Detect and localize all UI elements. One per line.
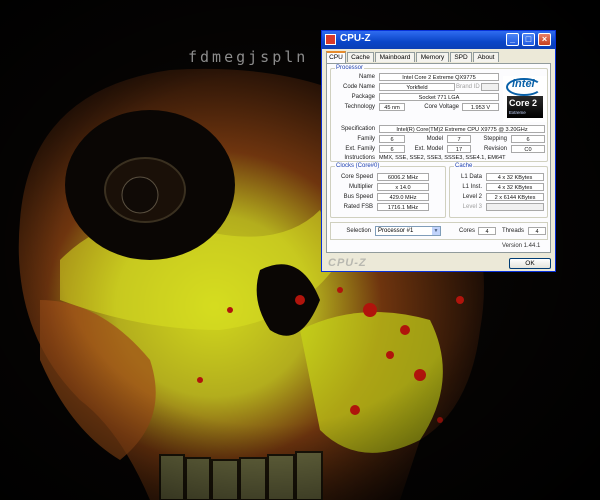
instructions-value: MMX, SSE, SSE2, SSE3, SSSE3, SSE4.1, EM6…: [379, 155, 506, 161]
rated-fsb-label: Rated FSB: [343, 204, 373, 210]
ext-family-value: 6: [379, 145, 405, 153]
cores-value: 4: [478, 227, 496, 235]
bus-speed-label: Bus Speed: [343, 194, 373, 200]
selection-row: Selection Processor #1 ▼ Cores 4 Threads…: [330, 222, 548, 240]
name-value: Intel Core 2 Extreme QX9775: [379, 73, 499, 81]
intel-brand-text: intel: [512, 78, 535, 90]
tab-memory[interactable]: Memory: [416, 52, 449, 62]
level3-label: Level 3: [462, 204, 482, 210]
level3-value: [486, 203, 544, 211]
minimize-button[interactable]: _: [506, 33, 519, 46]
family-label: Family: [357, 136, 375, 142]
app-icon: [325, 34, 336, 45]
tab-cpu[interactable]: CPU: [326, 51, 346, 63]
instructions-label: Instructions: [344, 155, 375, 161]
core2-badge-subtitle: Extreme: [509, 110, 526, 115]
chevron-down-icon[interactable]: ▼: [432, 227, 440, 235]
package-label: Package: [351, 94, 375, 100]
name-label: Name: [358, 74, 375, 80]
ext-model-label: Ext. Model: [414, 146, 443, 152]
processor-select[interactable]: Processor #1 ▼: [375, 226, 441, 236]
model-value: 7: [447, 135, 471, 143]
cache-group-title: Cache: [454, 162, 474, 170]
wallpaper-logo-text: fdmegjspln: [188, 48, 309, 66]
clocks-group-title: Clocks (Core#0): [335, 162, 381, 170]
intel-core2-extreme-logo: intel Core 2 Extreme: [503, 76, 547, 122]
processor-select-value: Processor #1: [378, 228, 414, 234]
core-speed-label: Core Speed: [340, 174, 373, 180]
threads-value: 4: [528, 227, 546, 235]
code-name-value: Yorkfield: [379, 83, 455, 91]
level2-label: Level 2: [462, 194, 482, 200]
close-button[interactable]: ×: [538, 33, 551, 46]
l1-inst-label: L1 Inst.: [462, 184, 482, 190]
revision-value: C0: [511, 145, 545, 153]
cores-label: Cores: [458, 228, 475, 234]
code-name-label: Code Name: [342, 84, 375, 90]
maximize-button[interactable]: □: [522, 33, 535, 46]
stepping-label: Stepping: [483, 136, 507, 142]
core-voltage-label: Core Voltage: [424, 104, 459, 110]
technology-label: Technology: [344, 104, 375, 110]
tab-mainboard[interactable]: Mainboard: [375, 52, 415, 62]
level2-value: 2 x 6144 KBytes: [486, 193, 544, 201]
multiplier-label: Multiplier: [348, 184, 373, 190]
version-text: Version 1.44.1: [502, 243, 541, 249]
package-value: Socket 771 LGA: [379, 93, 499, 101]
ext-model-value: 17: [447, 145, 471, 153]
processor-group: Processor Name Intel Core 2 Extreme QX97…: [330, 64, 548, 162]
rated-fsb-value: 1716.1 MHz: [377, 203, 429, 211]
tab-cache[interactable]: Cache: [347, 52, 374, 62]
specification-value: Intel(R) Core(TM)2 Extreme CPU X9775 @ 3…: [379, 125, 545, 133]
core2-badge-title: Core 2: [509, 98, 538, 108]
title-bar[interactable]: CPU-Z _ □ ×: [322, 31, 555, 49]
tab-about[interactable]: About: [473, 52, 499, 62]
threads-label: Threads: [501, 228, 524, 234]
cpu-tab-panel: Processor Name Intel Core 2 Extreme QX97…: [326, 63, 551, 253]
cpuz-footer-logo: CPU-Z: [328, 257, 367, 269]
l1-inst-value: 4 x 32 KBytes: [486, 183, 544, 191]
family-value: 6: [379, 135, 405, 143]
revision-label: Revision: [483, 146, 507, 152]
core-voltage-value: 1.953 V: [462, 103, 499, 111]
selection-label: Selection: [346, 228, 371, 234]
stepping-value: 6: [511, 135, 545, 143]
l1-data-value: 4 x 32 KBytes: [486, 173, 544, 181]
core-speed-value: 6006.2 MHz: [377, 173, 429, 181]
processor-group-title: Processor: [335, 64, 365, 72]
cpuz-window: CPU-Z _ □ × CPU Cache Mainboard Memory S…: [321, 30, 556, 272]
cache-group: Cache L1 Data 4 x 32 KBytes L1 Inst. 4 x…: [449, 162, 548, 218]
ok-button[interactable]: OK: [509, 258, 551, 269]
specification-label: Specification: [340, 126, 375, 132]
technology-value: 45 nm: [379, 103, 405, 111]
brand-id-value: [481, 83, 499, 91]
tab-strip: CPU Cache Mainboard Memory SPD About: [326, 51, 551, 63]
model-label: Model: [426, 136, 443, 142]
tab-spd[interactable]: SPD: [450, 52, 472, 62]
clocks-group: Clocks (Core#0) Core Speed 6006.2 MHz Mu…: [330, 162, 446, 218]
core2-badge: Core 2 Extreme: [507, 96, 543, 118]
ext-family-label: Ext. Family: [345, 146, 375, 152]
l1-data-label: L1 Data: [460, 174, 482, 180]
brand-id-label: Brand ID: [456, 84, 480, 90]
window-title: CPU-Z: [340, 33, 371, 44]
bus-speed-value: 429.0 MHz: [377, 193, 429, 201]
multiplier-value: x 14.0: [377, 183, 429, 191]
